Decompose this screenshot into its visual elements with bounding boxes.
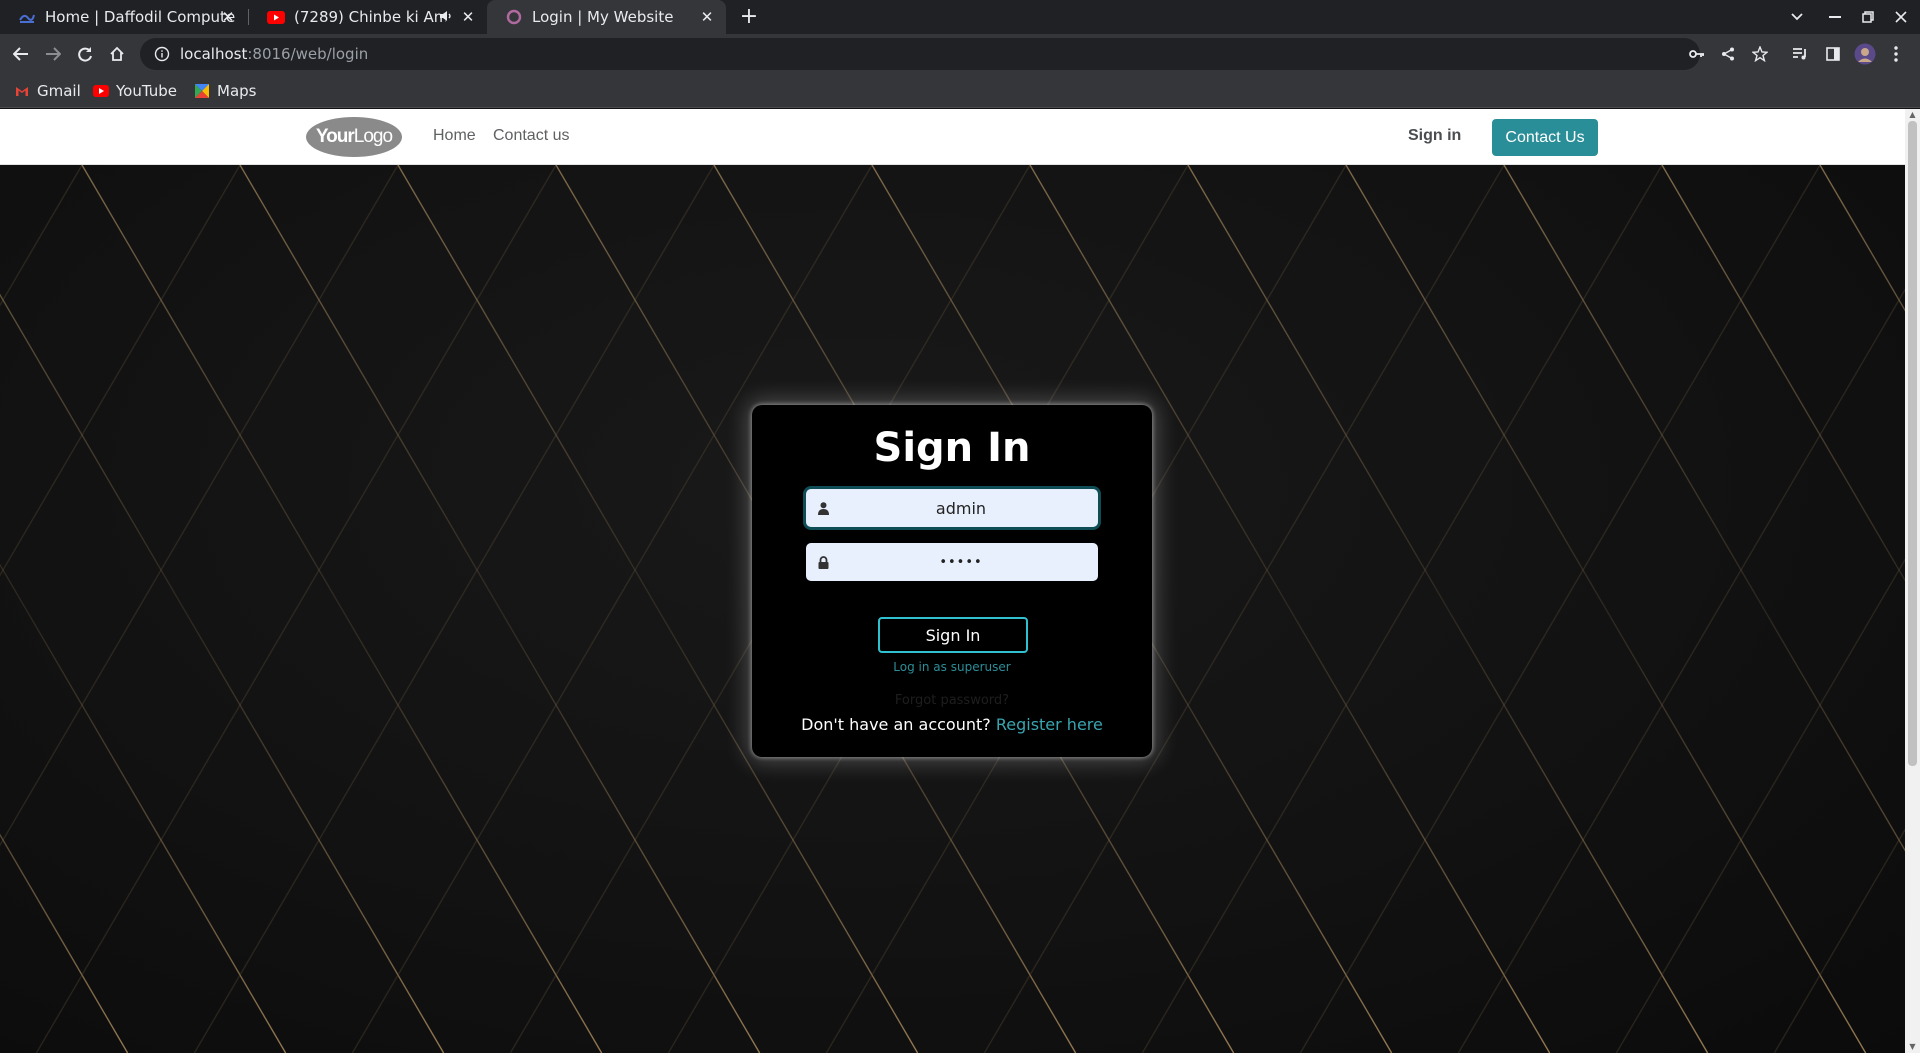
tab-search-chevron-icon[interactable]: [1782, 0, 1812, 34]
login-card: Sign In admin ••••• Sign In Log in as su…: [752, 405, 1152, 757]
contact-us-button[interactable]: Contact Us: [1492, 119, 1598, 156]
nav-contact-us[interactable]: Contact us: [493, 127, 569, 145]
forgot-password-link[interactable]: Forgot password?: [752, 693, 1152, 708]
url-host: localhost: [180, 45, 248, 63]
youtube-icon: [93, 83, 109, 99]
password-value: •••••: [939, 554, 983, 570]
register-line: Don't have an account? Register here: [752, 715, 1152, 734]
bookmark-gmail[interactable]: Gmail: [14, 80, 81, 102]
url-path: :8016/web/login: [247, 45, 369, 63]
restore-window-icon[interactable]: [1853, 0, 1883, 34]
browser-toolbar: localhost:8016/web/login: [0, 34, 1920, 74]
address-bar[interactable]: localhost:8016/web/login: [140, 38, 1700, 70]
reload-icon[interactable]: [72, 41, 98, 67]
gmail-icon: [14, 83, 30, 99]
maps-icon: [194, 83, 210, 99]
page-scrollbar[interactable]: ▲ ▼: [1905, 109, 1920, 1053]
minimize-window-icon[interactable]: [1820, 0, 1850, 34]
odoo-favicon-icon: [505, 8, 523, 26]
url-text: localhost:8016/web/login: [180, 45, 368, 63]
tab-title: (7289) Chinbe ki Amay: [294, 8, 446, 26]
youtube-favicon-icon: [267, 8, 285, 26]
scrollbar-thumb[interactable]: [1908, 121, 1917, 766]
back-arrow-icon[interactable]: [8, 41, 34, 67]
browser-tab-daffodil[interactable]: Home | Daffodil Compute ✕: [0, 0, 247, 34]
tab-title: Home | Daffodil Compute: [45, 8, 236, 26]
site-logo[interactable]: Your Logo: [306, 117, 402, 157]
website-viewport: Your Logo Home Contact us Sign in Contact…: [0, 109, 1905, 1053]
superuser-link[interactable]: Log in as superuser: [752, 660, 1152, 674]
chrome-menu-icon[interactable]: [1884, 42, 1908, 66]
header-sign-in-link[interactable]: Sign in: [1408, 127, 1461, 145]
browser-tab-youtube[interactable]: (7289) Chinbe ki Amay ✕: [249, 0, 487, 34]
tab-title: Login | My Website: [532, 8, 674, 26]
password-field[interactable]: •••••: [806, 543, 1098, 581]
browser-tab-strip: Home | Daffodil Compute ✕ (7289) Chinbe …: [0, 0, 1920, 34]
profile-avatar[interactable]: [1853, 42, 1877, 66]
login-heading: Sign In: [873, 425, 1031, 471]
site-info-icon[interactable]: [154, 46, 170, 62]
sign-in-button[interactable]: Sign In: [878, 617, 1028, 653]
daffodil-favicon-icon: [18, 8, 36, 26]
close-tab-icon[interactable]: ✕: [219, 8, 237, 26]
username-value: admin: [935, 498, 987, 518]
lock-icon: [816, 554, 830, 570]
media-control-icon[interactable]: [1788, 42, 1812, 66]
bookmark-maps[interactable]: Maps: [194, 80, 256, 102]
register-prompt: Don't have an account?: [801, 715, 991, 734]
bookmark-youtube[interactable]: YouTube: [93, 80, 177, 102]
share-icon[interactable]: [1716, 42, 1740, 66]
logo-text-bold: Your: [315, 126, 355, 147]
forward-arrow-icon[interactable]: [40, 41, 66, 67]
bookmark-label: Maps: [217, 82, 257, 100]
key-icon[interactable]: [1685, 42, 1709, 66]
close-tab-icon[interactable]: ✕: [459, 8, 477, 26]
home-icon[interactable]: [104, 41, 130, 67]
scroll-up-icon[interactable]: ▲: [1908, 111, 1917, 119]
close-window-icon[interactable]: [1886, 0, 1916, 34]
site-header: Your Logo Home Contact us Sign in Contact…: [0, 109, 1905, 165]
bookmarks-bar: Gmail YouTube Maps: [0, 74, 1920, 108]
browser-tab-login[interactable]: Login | My Website ✕: [487, 0, 726, 34]
user-icon: [816, 500, 830, 516]
side-panel-icon[interactable]: [1821, 42, 1845, 66]
bookmark-star-icon[interactable]: [1748, 42, 1772, 66]
speaker-icon[interactable]: [439, 9, 453, 25]
register-link[interactable]: Register here: [996, 715, 1103, 734]
close-tab-icon[interactable]: ✕: [698, 8, 716, 26]
logo-text-light: Logo: [353, 126, 393, 147]
username-field[interactable]: admin: [806, 489, 1098, 527]
scroll-down-icon[interactable]: ▼: [1908, 1043, 1917, 1051]
nav-home[interactable]: Home: [433, 127, 476, 145]
bookmark-label: Gmail: [37, 82, 81, 100]
new-tab-button[interactable]: +: [736, 4, 762, 30]
bookmark-label: YouTube: [116, 82, 177, 100]
